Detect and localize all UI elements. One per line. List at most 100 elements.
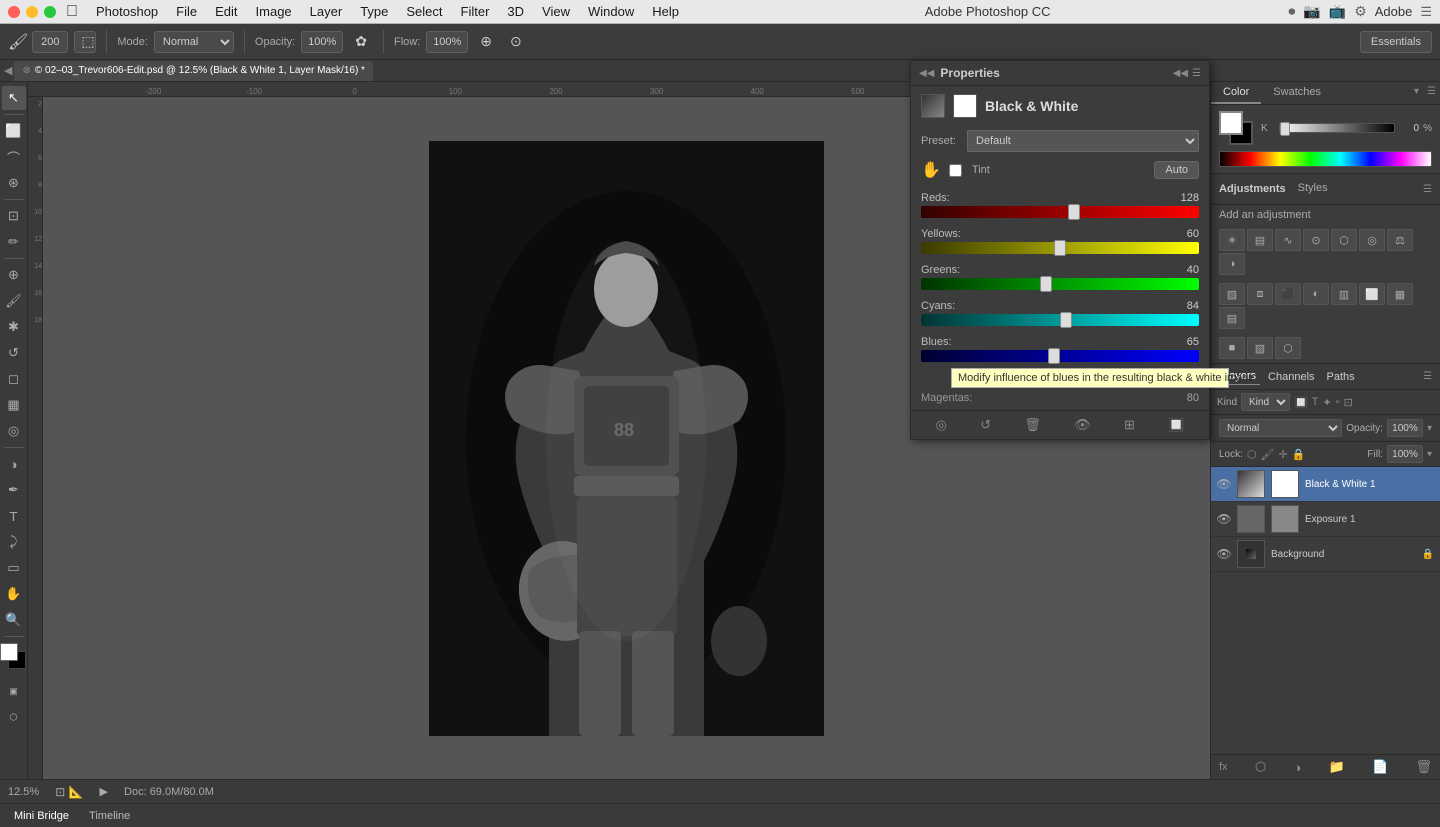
selective-color-adj[interactable]: ▦ <box>1387 283 1413 305</box>
lock-transparent-icon[interactable]: ⬡ <box>1247 448 1257 461</box>
brush-options-button[interactable]: ⬚ <box>74 31 96 53</box>
greens-thumb[interactable] <box>1040 276 1052 292</box>
lock-position-icon[interactable]: ✛ <box>1278 448 1287 461</box>
crop-tool[interactable]: ⊡ <box>2 204 26 228</box>
new-layer-icon[interactable]: 📄 <box>1372 759 1388 775</box>
healing-tool[interactable]: ⊕ <box>2 263 26 287</box>
screen-mode-tool[interactable]: ⬡ <box>2 705 26 729</box>
essentials-button[interactable]: Essentials <box>1360 31 1432 53</box>
canvas-resize-icons[interactable]: ⊡ 📐 <box>55 785 83 799</box>
reset-icon[interactable]: ↺ <box>980 417 991 433</box>
filter-toggle[interactable]: ⊡ <box>1344 396 1353 409</box>
filter-icon-4[interactable]: ▫ <box>1336 396 1340 408</box>
marquee-tool[interactable]: ⬜ <box>2 119 26 143</box>
vibrance-adj[interactable]: ⬡ <box>1331 229 1357 251</box>
history-brush-tool[interactable]: ↺ <box>2 341 26 365</box>
close-button[interactable] <box>8 6 20 18</box>
menu-image[interactable]: Image <box>248 2 300 21</box>
opacity-arrow[interactable]: ▾ <box>1427 423 1432 434</box>
lock-image-icon[interactable]: 🖌 <box>1261 448 1275 461</box>
threshold-adj[interactable]: ⬜ <box>1359 283 1385 305</box>
fg-swatch[interactable] <box>1219 111 1243 135</box>
menu-filter[interactable]: Filter <box>453 2 498 21</box>
menu-type[interactable]: Type <box>352 2 396 21</box>
timeline-tab[interactable]: Timeline <box>83 808 136 824</box>
auto-button[interactable]: Auto <box>1154 161 1199 179</box>
mode-select[interactable]: Normal <box>154 31 234 53</box>
brush-icon[interactable]: 🖌 <box>8 32 28 52</box>
flow-input[interactable] <box>426 31 468 53</box>
quick-mask-tool[interactable]: ▣ <box>2 679 26 703</box>
k-slider-track[interactable] <box>1279 123 1395 133</box>
menu-3d[interactable]: 3D <box>499 2 532 21</box>
brightness-contrast-adj[interactable]: ☀ <box>1219 229 1245 251</box>
hand-tool[interactable]: ✋ <box>2 582 26 606</box>
menu-select[interactable]: Select <box>398 2 450 21</box>
blues-thumb[interactable] <box>1048 348 1060 364</box>
close-tab-icon[interactable]: ⊗ <box>22 65 30 76</box>
tab-prev-icon[interactable]: ◀ <box>4 64 12 77</box>
layer-item-background[interactable]: 👁 Background 🔒 <box>1211 537 1440 572</box>
fg-bg-color-box[interactable] <box>1219 111 1255 147</box>
layer-item-exposure[interactable]: 👁 Exposure 1 <box>1211 502 1440 537</box>
color-box[interactable] <box>0 643 28 671</box>
target-hand-icon[interactable]: ✋ <box>921 160 941 180</box>
swatches-tab[interactable]: Swatches <box>1261 82 1333 104</box>
filter-icon-2[interactable]: T <box>1312 396 1319 408</box>
photo-filter-adj[interactable]: ▨ <box>1219 283 1245 305</box>
stamp-tool[interactable]: ✱ <box>2 315 26 339</box>
menu-help[interactable]: Help <box>644 2 687 21</box>
mini-bridge-tab[interactable]: Mini Bridge <box>8 808 75 824</box>
quick-select-tool[interactable]: ⊛ <box>2 171 26 195</box>
apple-menu-icon[interactable]:  <box>66 3 78 21</box>
gradient-fill-adj[interactable]: ▨ <box>1247 337 1273 359</box>
shape-tool[interactable]: ▭ <box>2 556 26 580</box>
channel-mixer-adj[interactable]: ⧈ <box>1247 283 1273 305</box>
opacity-input[interactable] <box>301 31 343 53</box>
add-mask-icon[interactable]: ⬡ <box>1255 759 1266 775</box>
properties-panel-menu[interactable]: ☰ <box>1192 68 1201 79</box>
blur-tool[interactable]: ◎ <box>2 419 26 443</box>
clip-icon[interactable]: ⊞ <box>1124 417 1135 433</box>
move-tool[interactable]: ↖ <box>2 86 26 110</box>
color-lookup-adj[interactable]: ⬛ <box>1275 283 1301 305</box>
layer-item-bw[interactable]: 👁 Black & White 1 <box>1211 467 1440 502</box>
group-icon[interactable]: 📁 <box>1329 759 1345 775</box>
lock-all-icon[interactable]: 🔒 <box>1292 448 1306 461</box>
foreground-color[interactable] <box>0 643 18 661</box>
reds-track[interactable] <box>921 206 1199 218</box>
bw-adj[interactable]: ◑ <box>1219 253 1245 275</box>
cyans-track[interactable] <box>921 314 1199 326</box>
dodge-tool[interactable]: ◑ <box>2 452 26 476</box>
exposure-adj[interactable]: ⊙ <box>1303 229 1329 251</box>
menu-photoshop[interactable]: Photoshop <box>88 2 166 21</box>
eraser-tool[interactable]: ◻ <box>2 367 26 391</box>
color-panel-collapse[interactable]: ▾ <box>1410 82 1423 104</box>
layer-vis-bw[interactable]: 👁 <box>1217 477 1231 491</box>
curves-adj[interactable]: ∿ <box>1275 229 1301 251</box>
invert-adj[interactable]: ◐ <box>1303 283 1329 305</box>
document-tab[interactable]: ⊗ © 02–03_Trevor606-Edit.psd @ 12.5% (Bl… <box>14 61 372 81</box>
menu-edit[interactable]: Edit <box>207 2 245 21</box>
layer-vis-exposure[interactable]: 👁 <box>1217 512 1231 526</box>
zoom-tool[interactable]: 🔍 <box>2 608 26 632</box>
visibility-icon[interactable]: 👁 <box>1074 417 1091 433</box>
color-balance-adj[interactable]: ⚖ <box>1387 229 1413 251</box>
lasso-tool[interactable]: ⌒ <box>2 145 26 169</box>
filter-icon-1[interactable]: 🔲 <box>1294 396 1308 409</box>
layers-tab[interactable]: Layers <box>1219 368 1260 385</box>
maximize-button[interactable] <box>44 6 56 18</box>
styles-tab[interactable]: Styles <box>1286 178 1340 200</box>
blend-mode-select[interactable]: Normal <box>1219 419 1342 437</box>
solid-color-adj[interactable]: ■ <box>1219 337 1245 359</box>
greens-track[interactable] <box>921 278 1199 290</box>
adj-layer-icon[interactable]: ◑ <box>1293 760 1301 775</box>
preset-select[interactable]: Default <box>967 130 1199 152</box>
minimize-button[interactable] <box>26 6 38 18</box>
gradient-tool[interactable]: ▦ <box>2 393 26 417</box>
arrow-right-icon[interactable]: ▶ <box>100 785 108 798</box>
blues-track[interactable] <box>921 350 1199 362</box>
menu-view[interactable]: View <box>534 2 578 21</box>
pattern-fill-adj[interactable]: ⬡ <box>1275 337 1301 359</box>
hsl-adj[interactable]: ◎ <box>1359 229 1385 251</box>
